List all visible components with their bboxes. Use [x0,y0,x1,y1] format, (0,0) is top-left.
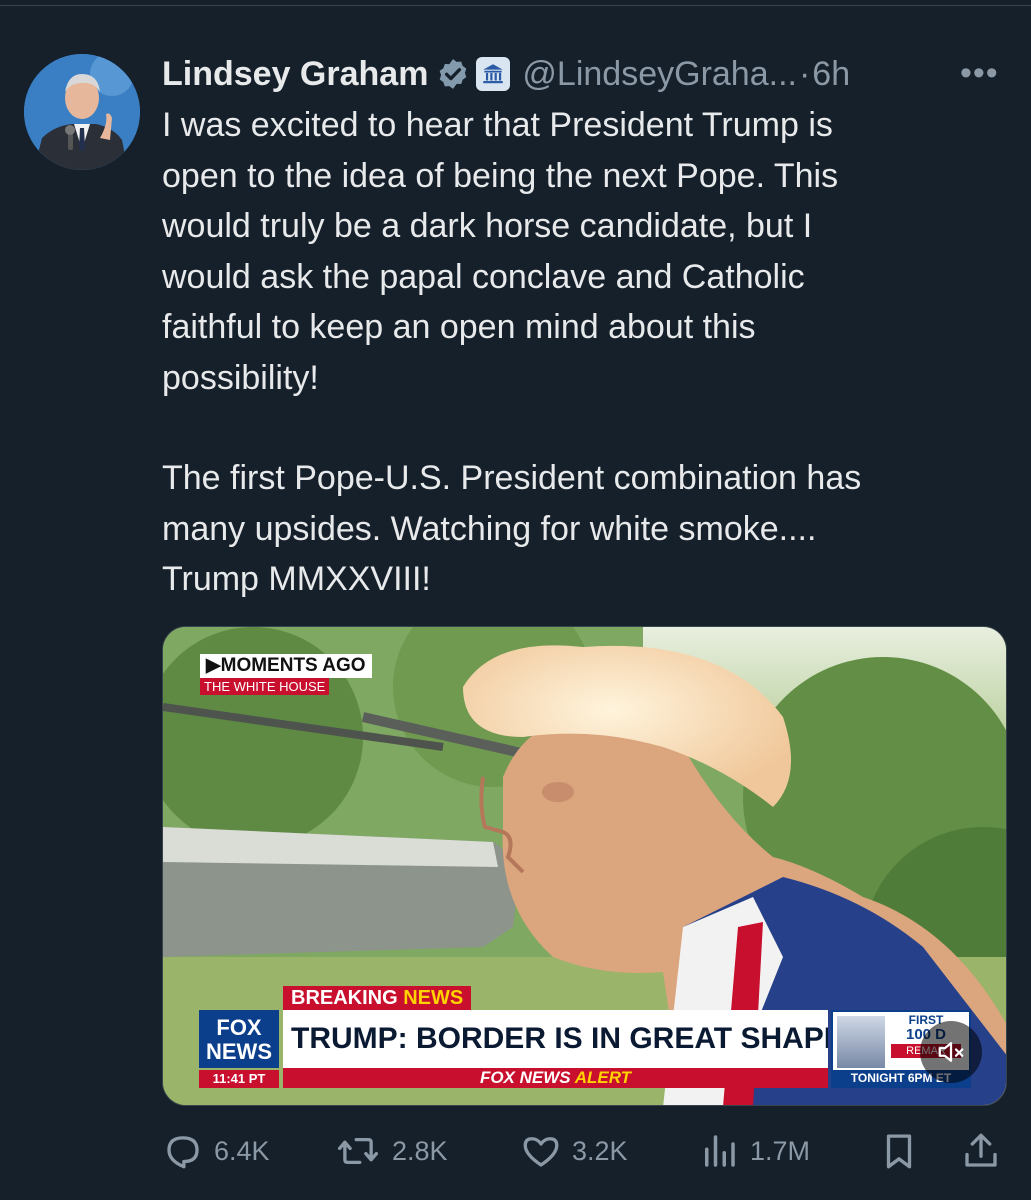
news-alert-bar: FOX NEWS ALERT [283,1068,828,1088]
promo-thumbnail [837,1016,885,1068]
breaking-news-label: BREAKING NEWS [283,986,472,1010]
separator-dot: · [798,54,811,93]
tweet-text-line: would truly be a dark horse candidate, b… [162,207,813,245]
views-count: 1.7M [750,1135,811,1166]
location-label: THE WHITE HOUSE [200,678,330,695]
bookmark-icon [886,1134,912,1169]
fox-logo-line1: FOX [216,1015,262,1040]
headline-chyron: TRUMP: BORDER IS IN GREAT SHAPE [283,1010,828,1068]
tweet-text-line: open to the idea of being the next Pope.… [162,156,839,195]
reply-button[interactable]: 6.4K [162,1126,270,1176]
repost-count: 2.8K [392,1135,448,1166]
breaking-word: BREAKING [291,987,398,1009]
mute-button[interactable] [920,1021,982,1083]
fox-logo-line2: NEWS [206,1039,272,1064]
broadcast-time: 11:41 PT [199,1070,279,1088]
handle[interactable]: @LindseyGraha... [522,55,797,94]
tweet-text-line: The first Pope-U.S. President combinatio… [162,459,862,497]
tweet-text-line: possibility! [162,358,319,397]
tweet-text-line: would ask the papal conclave and Catholi… [162,257,805,296]
share-button[interactable] [960,1126,1002,1176]
like-count: 3.2K [572,1135,628,1166]
reply-count: 6.4K [214,1135,270,1166]
share-icon [965,1133,997,1167]
views-button[interactable]: 1.7M [698,1126,810,1176]
tweet-actions: 6.4K 2.8K 3.2K 1.7M [162,1126,1007,1176]
display-name[interactable]: Lindsey Graham [162,55,428,94]
repost-button[interactable]: 2.8K [334,1126,448,1176]
views-chart-icon [705,1135,735,1167]
news-word: NEWS [403,987,464,1009]
tweet-text-line: Trump MMXXVIII! [162,560,431,598]
tweet[interactable]: Lindsey Graham @LindseyGraha... · 6h •••… [0,0,1031,1200]
avatar[interactable] [24,54,140,170]
alert-word: ALERT [574,1068,632,1087]
fox-news-logo: FOX NEWS [199,1010,279,1068]
heart-icon [523,1137,559,1167]
timestamp[interactable]: 6h [812,55,850,94]
speaker-muted-icon [938,1042,964,1062]
bookmark-button[interactable] [878,1126,920,1176]
verified-badge-icon [436,57,470,91]
alert-prefix: FOX NEWS [479,1068,571,1087]
reply-icon [167,1136,199,1169]
tweet-header: Lindsey Graham @LindseyGraha... · 6h [162,50,850,98]
more-options-icon[interactable]: ••• [960,56,999,90]
tweet-text-line: faithful to keep an open mind about this [162,308,756,346]
repost-icon [337,1137,379,1165]
tweet-text: I was excited to hear that President Tru… [162,100,992,403]
video-player[interactable]: ▶MOMENTS AGO THE WHITE HOUSE BREAKING NE… [162,626,1007,1106]
like-button[interactable]: 3.2K [520,1126,628,1176]
tweet-text-line: many upsides. Watching for white smoke..… [162,509,817,548]
tweet-text-line: I was excited to hear that President Tru… [162,106,833,144]
government-affiliate-icon[interactable] [476,57,511,91]
moments-ago-label: ▶MOMENTS AGO [200,654,372,678]
tweet-text-paragraph-2: The first Pope-U.S. President combinatio… [162,453,992,605]
